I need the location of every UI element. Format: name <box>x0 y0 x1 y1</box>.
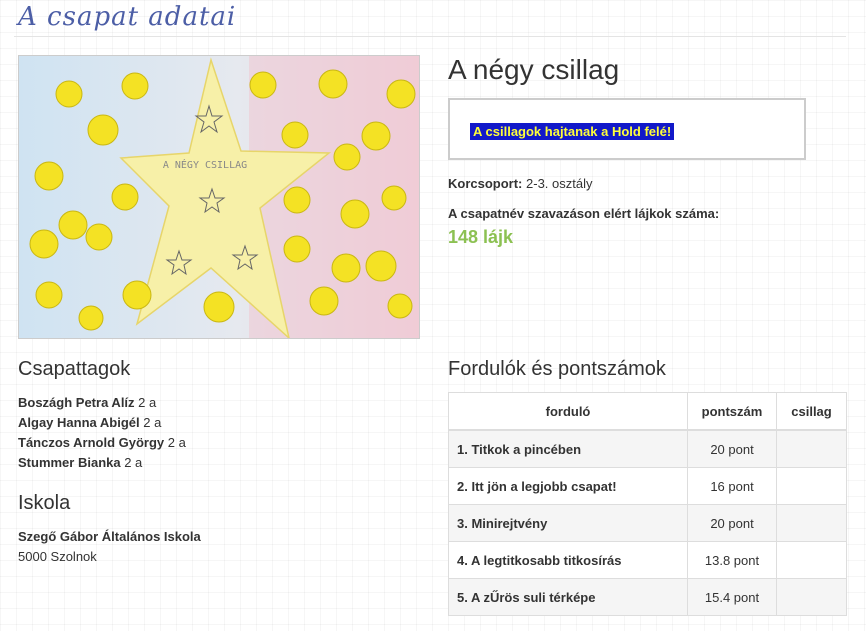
table-row: 3. Minirejtvény 20 pont <box>448 504 847 542</box>
round-name: 4. A legtitkosabb titkosírás <box>448 541 688 579</box>
member-item: Algay Hanna Abigél 2 a <box>18 415 162 430</box>
round-score: 20 pont <box>687 429 777 468</box>
school-address: 5000 Szolnok <box>18 549 97 564</box>
round-name: 3. Minirejtvény <box>448 504 688 542</box>
title-divider <box>14 36 846 37</box>
member-item: Stummer Bianka 2 a <box>18 455 143 470</box>
table-row: 1. Titkok a pincében 20 pont <box>448 429 847 468</box>
round-score: 15.4 pont <box>687 578 777 616</box>
rounds-heading: Fordulók és pontszámok <box>448 358 666 380</box>
table-header-row: forduló pontszám csillag <box>448 392 847 431</box>
age-group-line: Korcsoport: 2-3. osztály <box>448 176 593 191</box>
round-star <box>776 504 847 542</box>
drawing-caption: A NÉGY CSILLAG <box>163 158 247 171</box>
round-name: 5. A zŰrös suli térképe <box>448 578 688 616</box>
table-row: 4. A legtitkosabb titkosírás 13.8 pont <box>448 541 847 579</box>
members-heading: Csapattagok <box>18 358 131 380</box>
round-score: 16 pont <box>687 467 777 505</box>
column-header-round: forduló <box>448 392 688 431</box>
school-name: Szegő Gábor Általános Iskola <box>18 529 201 544</box>
round-name: 2. Itt jön a legjobb csapat! <box>448 467 688 505</box>
table-row: 5. A zŰrös suli térképe 15.4 pont <box>448 578 847 616</box>
column-header-star: csillag <box>776 392 847 431</box>
rounds-table: forduló pontszám csillag 1. Titkok a pin… <box>448 392 847 616</box>
likes-count: 148 lájk <box>448 227 514 247</box>
page-title: A csapat adatai <box>18 2 237 32</box>
column-header-score: pontszám <box>687 392 777 431</box>
round-star <box>776 429 847 468</box>
round-star <box>776 541 847 579</box>
school-heading: Iskola <box>18 492 71 514</box>
member-item: Boszágh Petra Alíz 2 a <box>18 395 157 410</box>
round-star <box>776 578 847 616</box>
round-star <box>776 467 847 505</box>
round-score: 20 pont <box>687 504 777 542</box>
round-score: 13.8 pont <box>687 541 777 579</box>
member-item: Tánczos Arnold György 2 a <box>18 435 186 450</box>
age-group-value: 2-3. osztály <box>526 176 593 191</box>
motto-box: A csillagok hajtanak a Hold felé! <box>448 98 806 160</box>
team-motto: A csillagok hajtanak a Hold felé! <box>470 123 675 140</box>
age-group-label: Korcsoport: <box>448 176 523 191</box>
likes-label: A csapatnév szavazáson elért lájkok szám… <box>448 206 720 221</box>
team-name-heading: A négy csillag <box>448 54 620 85</box>
table-row: 2. Itt jön a legjobb csapat! 16 pont <box>448 467 847 505</box>
round-name: 1. Titkok a pincében <box>448 429 688 468</box>
team-drawing-image: A NÉGY CSILLAG <box>18 55 420 339</box>
